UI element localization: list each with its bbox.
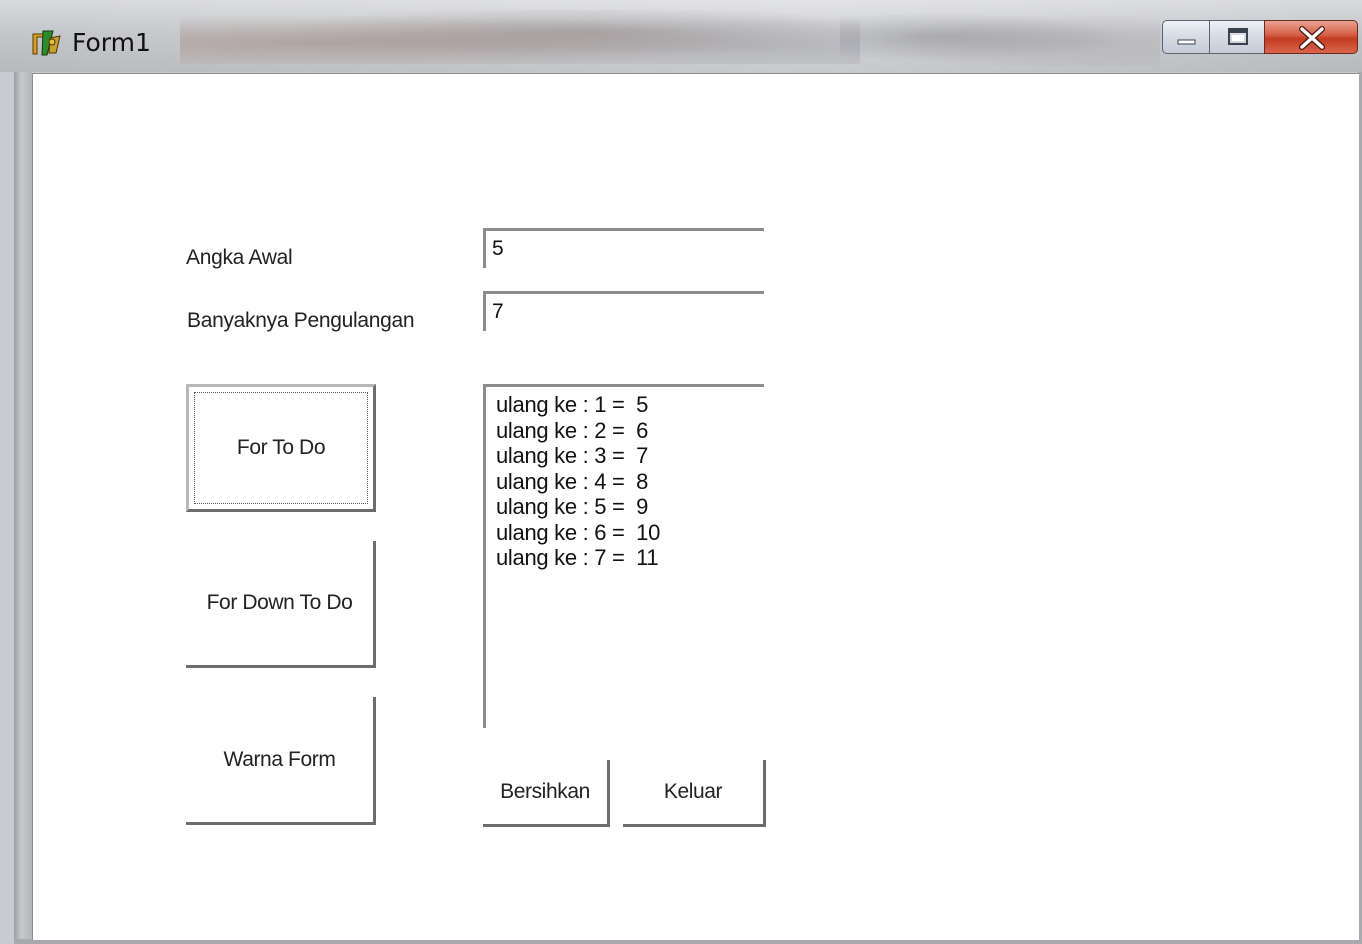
warna-form-label: Warna Form bbox=[223, 747, 336, 771]
for-to-do-button[interactable]: For To Do bbox=[186, 384, 376, 512]
for-down-to-do-button[interactable]: For Down To Do bbox=[186, 541, 376, 668]
minimize-button[interactable] bbox=[1162, 20, 1210, 54]
close-icon bbox=[1299, 26, 1325, 50]
focus-rectangle bbox=[194, 392, 368, 504]
keluar-label: Keluar bbox=[663, 780, 723, 803]
angka-awal-label: Angka Awal bbox=[186, 246, 293, 269]
application-window: Form1 Angka Awal Banyaknya Pengulangan 5 bbox=[0, 0, 1362, 944]
output-line: ulang ke : 4 = 8 bbox=[496, 468, 649, 494]
output-line: ulang ke : 7 = 11 bbox=[496, 545, 659, 570]
output-line: ulang ke : 5 = 9 bbox=[496, 494, 649, 519]
keluar-button[interactable]: Keluar bbox=[623, 760, 766, 827]
window-title: Form1 bbox=[72, 28, 151, 57]
bersihkan-label: Bersihkan bbox=[500, 780, 590, 803]
bersihkan-button[interactable]: Bersihkan bbox=[483, 760, 610, 827]
delphi-app-icon[interactable] bbox=[30, 28, 62, 58]
title-bar[interactable]: Form1 bbox=[0, 0, 1362, 72]
output-line: ulang ke : 1 = 5 bbox=[496, 392, 649, 417]
close-button[interactable] bbox=[1264, 20, 1358, 54]
output-memo[interactable]: ulang ke : 1 = 5 ulang ke : 2 = 6 ulang … bbox=[483, 384, 764, 728]
window-frame-left bbox=[14, 72, 32, 944]
minimize-icon bbox=[1177, 39, 1196, 45]
warna-form-button[interactable]: Warna Form bbox=[186, 697, 376, 825]
maximize-icon bbox=[1228, 28, 1248, 45]
output-line: ulang ke : 2 = 6 bbox=[496, 417, 649, 443]
banyaknya-pengulangan-input[interactable]: 7 bbox=[483, 291, 764, 331]
for-down-to-do-label: For Down To Do bbox=[206, 591, 353, 614]
angka-awal-input[interactable]: 5 bbox=[483, 228, 764, 268]
banyaknya-pengulangan-label: Banyaknya Pengulangan bbox=[187, 309, 415, 332]
output-line: ulang ke : 3 = 7 bbox=[496, 443, 649, 468]
output-line: ulang ke : 6 = 10 bbox=[496, 519, 661, 545]
maximize-button[interactable] bbox=[1209, 20, 1265, 54]
